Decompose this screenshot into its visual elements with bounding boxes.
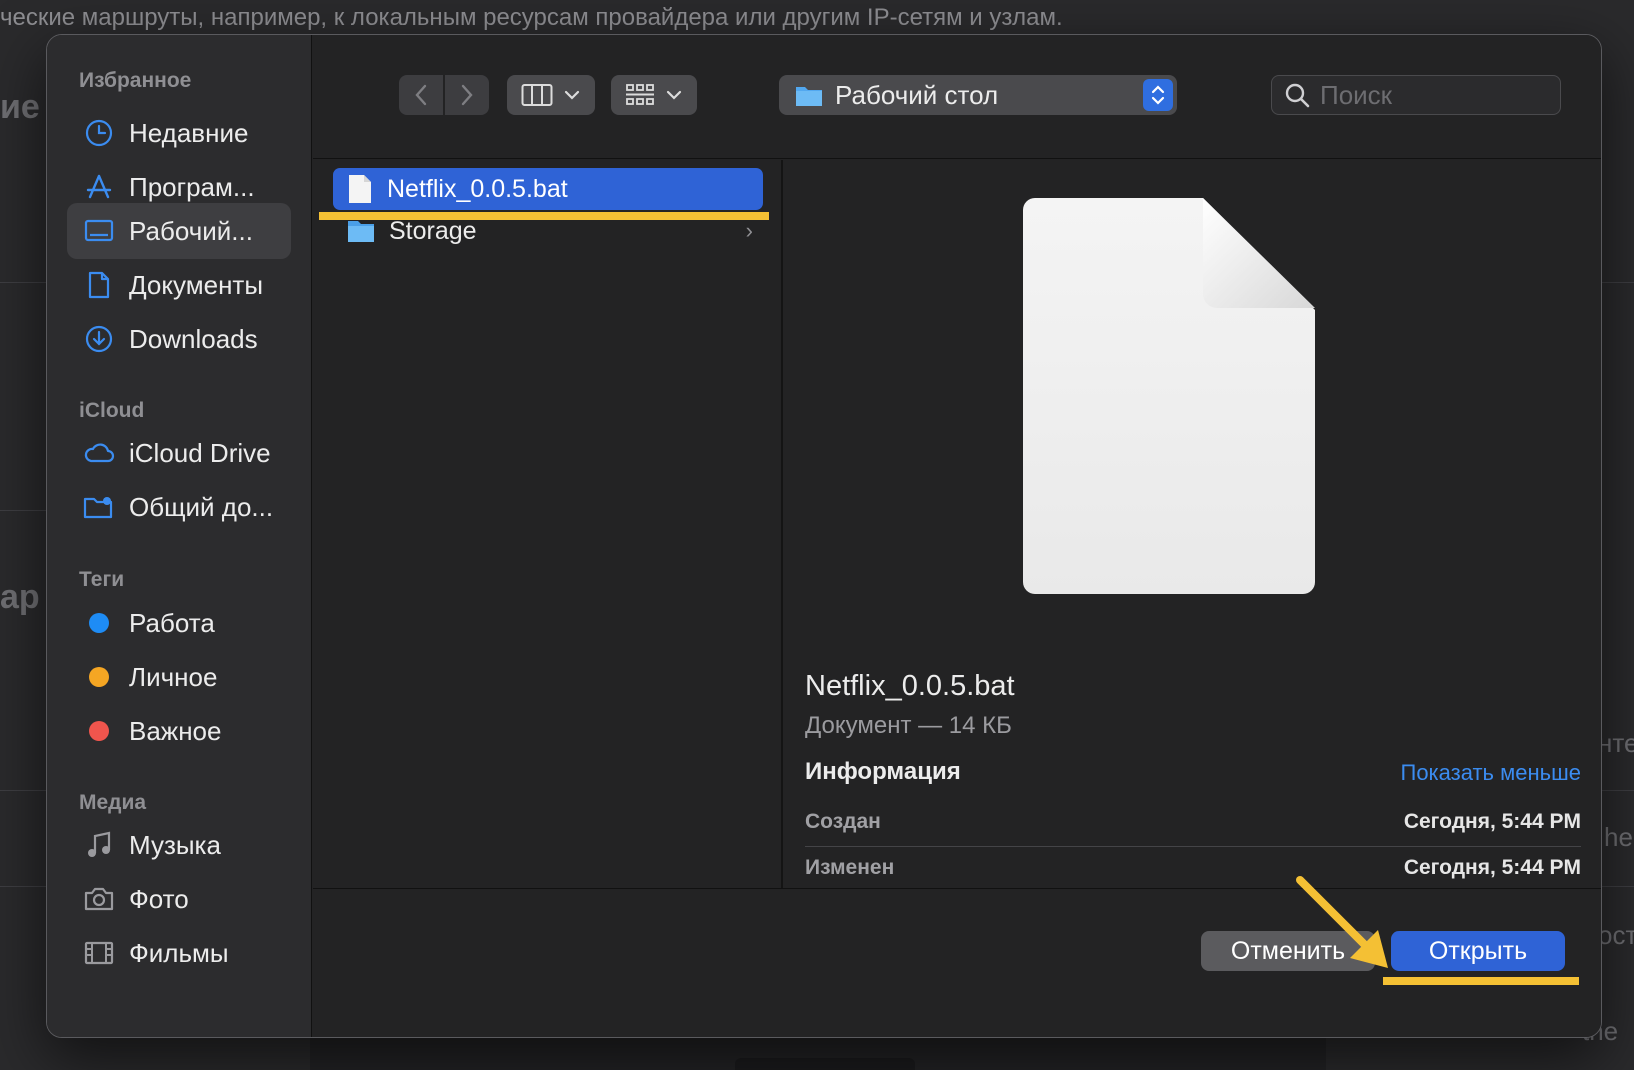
sidebar-item-label: Фильмы [129,937,229,968]
document-file-icon [349,175,371,203]
sidebar-header-favorites: Избранное [79,69,192,92]
info-value: Сегодня, 5:44 PM [1403,810,1581,833]
folder-icon [796,87,822,106]
background-fragment: he [1604,822,1633,852]
background-tab [735,1058,915,1070]
file-browser-column: Netflix_0.0.5.bat Storage › [313,160,783,888]
forward-button[interactable] [445,75,489,115]
desktop-icon [83,215,115,247]
sidebar-item-tag-personal[interactable]: Личное [67,649,291,705]
open-button[interactable]: Открыть [1391,931,1565,971]
cloud-icon [83,437,115,469]
sidebar-item-shared[interactable]: Общий до... [67,479,291,535]
file-item-storage-folder[interactable]: Storage › [333,210,763,252]
sidebar-header-media: Медиа [79,791,147,814]
document-icon [83,269,115,301]
sidebar-item-label: Недавние [129,117,249,148]
sidebar-item-desktop[interactable]: Рабочий... [67,203,291,259]
background-page-text: ческие маршруты, например, к локальным р… [0,4,1063,31]
sidebar-item-label: Фото [129,883,189,914]
sidebar-item-label: Общий до... [129,491,274,522]
sidebar-item-tag-work[interactable]: Работа [67,595,291,651]
dialog-button-bar: Отменить Открыть [313,888,1601,1037]
sidebar-item-label: iCloud Drive [129,437,271,468]
back-button[interactable] [399,75,443,115]
tag-dot-icon [83,607,115,639]
chevron-right-icon: › [745,218,753,243]
location-label: Рабочий стол [835,79,999,110]
view-mode-columns-button[interactable] [507,75,595,115]
search-input[interactable] [1320,79,1550,111]
folder-icon [348,221,374,242]
search-icon [1285,83,1310,108]
info-label: Создан [805,810,881,833]
columns-view-icon [521,84,553,106]
preview-file-kind: Документ — 14 КБ [805,712,1012,739]
sidebar-item-label: Важное [129,715,222,746]
sidebar-item-label: Рабочий... [129,215,253,246]
chevron-left-icon [415,84,427,106]
file-name: Storage [389,216,477,245]
background-fragment: нте [1598,728,1634,758]
sidebar-item-photos[interactable]: Фото [67,871,291,927]
sidebar-item-label: Работа [129,607,215,638]
info-row-created: Создан Сегодня, 5:44 PM [805,800,1581,844]
up-down-chevron-icon [1143,79,1173,111]
info-row-modified: Изменен Сегодня, 5:44 PM [805,846,1581,890]
sidebar-item-recents[interactable]: Недавние [67,105,291,161]
sidebar-item-label: Документы [129,269,264,300]
document-preview-icon [1023,198,1315,594]
sidebar-header-icloud: iCloud [79,399,145,422]
clock-icon [83,117,115,149]
film-icon [83,937,115,969]
toolbar: Рабочий стол [313,35,1601,159]
file-item-netflix-bat[interactable]: Netflix_0.0.5.bat [333,168,763,210]
highlight-underline [1383,977,1579,985]
location-popup[interactable]: Рабочий стол [779,75,1177,115]
group-by-button[interactable] [611,75,697,115]
shared-folder-icon [83,491,115,523]
sidebar-item-movies[interactable]: Фильмы [67,925,291,981]
tag-dot-icon [83,715,115,747]
info-value: Сегодня, 5:44 PM [1403,856,1581,879]
sidebar-item-documents[interactable]: Документы [67,257,291,313]
preview-pane: Netflix_0.0.5.bat Документ — 14 КБ Инфор… [785,160,1601,888]
sidebar-item-tag-important[interactable]: Важное [67,703,291,759]
sidebar-item-label: Личное [129,661,218,692]
file-name: Netflix_0.0.5.bat [387,174,568,203]
grid-icon [626,84,654,105]
sidebar-header-tags: Теги [79,568,125,591]
sidebar-item-music[interactable]: Музыка [67,817,291,873]
info-label: Изменен [805,856,895,879]
tag-dot-icon [83,661,115,693]
chevron-down-icon [564,90,580,100]
chevron-right-icon [461,84,473,106]
sidebar-item-icloud-drive[interactable]: iCloud Drive [67,425,291,481]
applications-icon [83,171,115,203]
preview-info-title: Информация [805,758,961,785]
background-fragment: ар [0,578,40,616]
sidebar-item-label: Програм... [129,171,255,202]
sidebar-item-downloads[interactable]: Downloads [67,311,291,367]
sidebar: Избранное Недавние Програм... Рабочий...… [47,35,312,1037]
chevron-down-icon [666,90,682,100]
sidebar-item-label: Музыка [129,829,221,860]
annotation-arrow-icon [1296,876,1388,968]
preview-file-name: Netflix_0.0.5.bat [805,670,1015,702]
music-icon [83,829,115,861]
background-fragment: ост [1598,920,1634,950]
sidebar-item-label: Downloads [129,323,258,354]
show-less-link[interactable]: Показать меньше [1401,760,1582,786]
camera-icon [83,883,115,915]
search-field[interactable] [1271,75,1561,115]
navigation-buttons [399,75,489,115]
background-fragment: ие [0,88,40,126]
download-icon [83,323,115,355]
